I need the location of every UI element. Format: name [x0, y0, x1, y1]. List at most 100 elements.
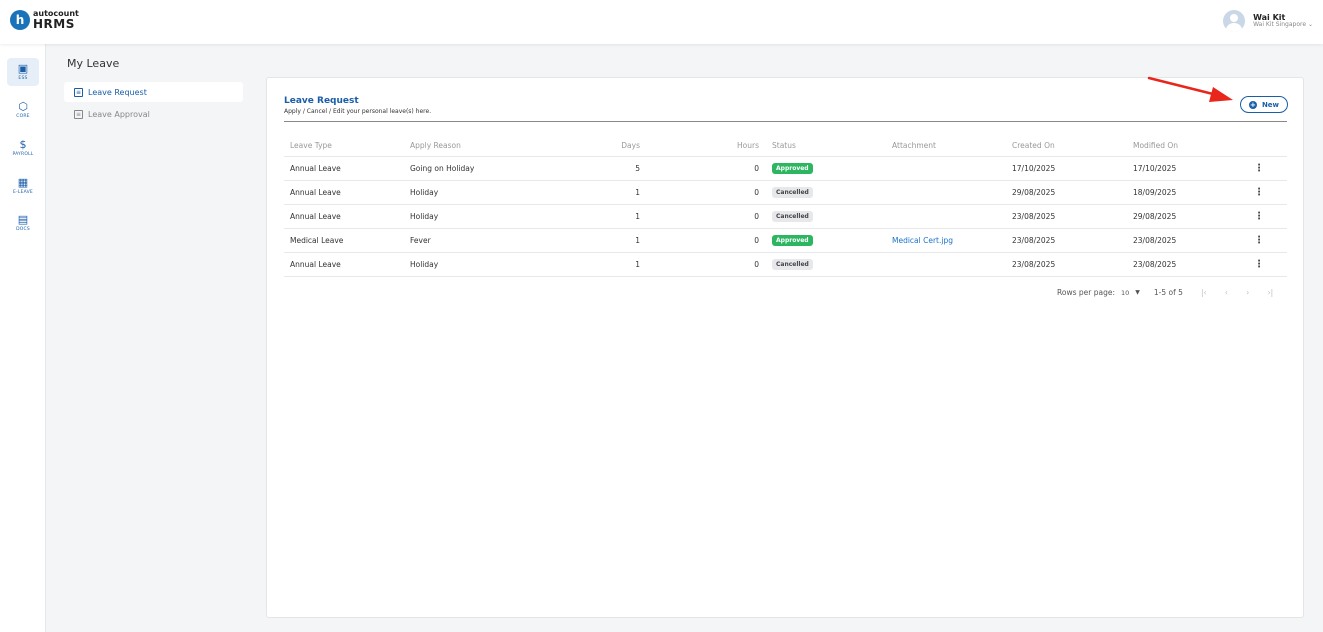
- rail-label: PAYROLL: [12, 152, 34, 157]
- user-menu[interactable]: Wai Kit Wai Kit Singapore ⌄: [1223, 10, 1313, 32]
- cell-days: 1: [635, 212, 640, 221]
- next-page-icon[interactable]: ›: [1246, 288, 1249, 297]
- core-icon: ⬡: [18, 100, 28, 113]
- card-subtitle: Apply / Cancel / Edit your personal leav…: [284, 108, 432, 115]
- cell-created-on: 23/08/2025: [1012, 236, 1056, 245]
- leave-request-card: Leave Request Apply / Cancel / Edit your…: [266, 76, 1304, 618]
- top-bar: h autocount HRMS Wai Kit Wai Kit Singapo…: [0, 0, 1323, 44]
- chevron-down-icon[interactable]: ⌄: [1308, 21, 1313, 28]
- cell-leave-type: Annual Leave: [290, 188, 341, 197]
- header-modified-on[interactable]: Modified On: [1133, 135, 1178, 156]
- subnav-item-leave-request[interactable]: ≡ Leave Request: [64, 82, 243, 102]
- status-badge: Cancelled: [772, 187, 813, 198]
- page-range: 1-5 of 5: [1153, 288, 1183, 297]
- cell-leave-type: Annual Leave: [290, 212, 341, 221]
- rail-item-docs[interactable]: ▤ DOCS: [7, 209, 39, 237]
- cell-leave-type: Annual Leave: [290, 164, 341, 173]
- cell-apply-reason: Fever: [410, 236, 431, 245]
- cell-hours: 0: [754, 164, 759, 173]
- rail-item-payroll[interactable]: $ PAYROLL: [7, 134, 39, 162]
- app-logo[interactable]: h autocount HRMS: [10, 10, 79, 30]
- table-row[interactable]: Medical Leave Fever 1 0 Approved Medical…: [284, 229, 1287, 253]
- pagination: Rows per page: 10 ▼ 1-5 of 5 |‹ ‹ › ›|: [1057, 288, 1289, 297]
- cell-days: 1: [635, 236, 640, 245]
- header-leave-type[interactable]: Leave Type: [290, 135, 332, 156]
- leave-table: Leave Type Apply Reason Days Hours Statu…: [284, 135, 1287, 277]
- header-status[interactable]: Status: [772, 135, 796, 156]
- subnav-item-leave-approval[interactable]: ≡ Leave Approval: [64, 104, 243, 124]
- status-badge: Approved: [772, 235, 813, 246]
- cell-hours: 0: [754, 212, 759, 221]
- document-icon: ≡: [74, 87, 83, 97]
- more-options-icon[interactable]: ⋮: [1254, 253, 1264, 276]
- prev-page-icon[interactable]: ‹: [1225, 288, 1228, 297]
- cell-created-on: 23/08/2025: [1012, 260, 1056, 269]
- logo-mark: h: [10, 10, 30, 30]
- cell-apply-reason: Holiday: [410, 212, 439, 221]
- cell-days: 1: [635, 260, 640, 269]
- header-apply-reason[interactable]: Apply Reason: [410, 135, 461, 156]
- logo-big-text: HRMS: [33, 17, 75, 31]
- cell-created-on: 23/08/2025: [1012, 212, 1056, 221]
- subnav-label: Leave Approval: [88, 109, 150, 119]
- table-row[interactable]: Annual Leave Going on Holiday 5 0 Approv…: [284, 157, 1287, 181]
- header-attachment[interactable]: Attachment: [892, 135, 936, 156]
- cell-created-on: 29/08/2025: [1012, 188, 1056, 197]
- rail-item-ess[interactable]: ▣ ESS: [7, 58, 39, 86]
- more-options-icon[interactable]: ⋮: [1254, 157, 1264, 180]
- calendar-icon: ▦: [17, 176, 29, 189]
- first-page-icon[interactable]: |‹: [1201, 288, 1207, 297]
- cell-apply-reason: Going on Holiday: [410, 164, 475, 173]
- dropdown-caret-icon[interactable]: ▼: [1135, 289, 1140, 296]
- attachment-link[interactable]: Medical Cert.jpg: [892, 229, 953, 252]
- rail-item-e-leave[interactable]: ▦ E-LEAVE: [7, 172, 39, 200]
- document-icon: ≡: [74, 109, 83, 119]
- cell-hours: 0: [754, 188, 759, 197]
- cell-hours: 0: [754, 236, 759, 245]
- rows-per-page-select[interactable]: 10: [1121, 289, 1129, 297]
- cell-apply-reason: Holiday: [410, 260, 439, 269]
- status-badge: Cancelled: [772, 259, 813, 270]
- table-row[interactable]: Annual Leave Holiday 1 0 Cancelled 23/08…: [284, 205, 1287, 229]
- table-row[interactable]: Annual Leave Holiday 1 0 Cancelled 23/08…: [284, 253, 1287, 277]
- cell-modified-on: 18/09/2025: [1133, 188, 1177, 197]
- rail-label: E-LEAVE: [13, 190, 33, 195]
- status-badge: Cancelled: [772, 211, 813, 222]
- card-title: Leave Request: [284, 96, 359, 106]
- header-hours[interactable]: Hours: [737, 135, 759, 156]
- cell-days: 1: [635, 188, 640, 197]
- new-button-label: New: [1261, 100, 1280, 109]
- subnav-label: Leave Request: [88, 87, 147, 97]
- rail-item-core[interactable]: ⬡ CORE: [7, 96, 39, 124]
- cell-created-on: 17/10/2025: [1012, 164, 1056, 173]
- header-created-on[interactable]: Created On: [1012, 135, 1055, 156]
- cell-hours: 0: [754, 260, 759, 269]
- avatar[interactable]: [1223, 10, 1246, 32]
- rail-label: CORE: [16, 114, 30, 119]
- cell-modified-on: 23/08/2025: [1133, 260, 1177, 269]
- cell-apply-reason: Holiday: [410, 188, 439, 197]
- cell-days: 5: [635, 164, 640, 173]
- divider: [284, 121, 1287, 122]
- plus-icon: +: [1248, 100, 1257, 109]
- module-rail: ▣ ESS ⬡ CORE $ PAYROLL ▦ E-LEAVE ▤ DOCS: [0, 44, 46, 632]
- more-options-icon[interactable]: ⋮: [1254, 229, 1264, 252]
- annotation-arrow-icon: [1147, 76, 1233, 102]
- payroll-icon: $: [19, 138, 27, 151]
- header-days[interactable]: Days: [621, 135, 640, 156]
- docs-icon: ▤: [17, 213, 29, 226]
- cell-leave-type: Annual Leave: [290, 260, 341, 269]
- rail-label: ESS: [18, 76, 28, 81]
- rail-label: DOCS: [16, 227, 30, 232]
- cell-modified-on: 17/10/2025: [1133, 164, 1177, 173]
- more-options-icon[interactable]: ⋮: [1254, 205, 1264, 228]
- rows-per-page-label: Rows per page:: [1057, 288, 1115, 297]
- user-company: Wai Kit Singapore ⌄: [1253, 21, 1313, 29]
- cell-leave-type: Medical Leave: [290, 236, 344, 245]
- more-options-icon[interactable]: ⋮: [1254, 181, 1264, 204]
- cell-modified-on: 23/08/2025: [1133, 236, 1177, 245]
- table-row[interactable]: Annual Leave Holiday 1 0 Cancelled 29/08…: [284, 181, 1287, 205]
- last-page-icon[interactable]: ›|: [1268, 288, 1274, 297]
- table-header: Leave Type Apply Reason Days Hours Statu…: [284, 135, 1287, 157]
- new-button[interactable]: + New: [1240, 96, 1288, 113]
